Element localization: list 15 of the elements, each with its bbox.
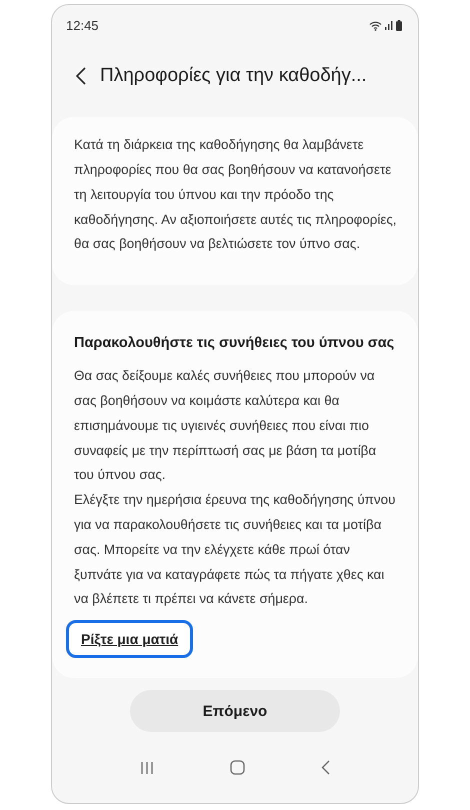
status-time: 12:45	[66, 18, 99, 34]
card-text: Ελέγξτε την ημερήσια έρευνα της καθοδήγησης ύπνου για να παρακολουθήσετε τις συνήθειες και τα μοτίβα σας. Μπορείτε να την ελέγχετε κάθε πρωί όταν ξυπνάτε για να καταγράφετε πώς τα πήγατε χθες και να βλέπετε τι πρέπει να κάνετε σήμερα.	[74, 491, 396, 608]
battery-icon	[396, 20, 402, 32]
back-nav-icon[interactable]	[321, 760, 330, 776]
home-icon[interactable]	[230, 760, 245, 776]
card-text: Θα σας δείξουμε καλές συνήθειες που μπορούν να σας βοηθήσουν να κοιμάστε καλύτερα και θα επισημάνουμε τις υγιεινές συνήθειες που είναι πιο συναφείς με την περίπτωσή σας με βάση τα μοτίβα του ύπνου σας.	[74, 367, 378, 484]
look-link[interactable]: Ρίξτε μια ματιά	[66, 620, 194, 658]
signal-icon	[385, 21, 393, 30]
page-title: Πληροφορίες για την καθοδήγ...	[100, 64, 367, 87]
card-text: Κατά τη διάρκεια της καθοδήγησης θα λαμβάνετε πληροφορίες που θα σας βοηθήσουν να κατανοήσετε τη λειτουργία του ύπνου και την πρόοδο της καθοδήγησης. Αν αξιοποιήσετε αυτές τις πληροφορίες, θα σας βοηθήσουν να βελτιώσετε τον ύπνο σας.	[74, 136, 398, 254]
next-button[interactable]: Επόμενο	[130, 690, 340, 732]
back-icon[interactable]	[76, 66, 86, 85]
recent-apps-icon[interactable]	[140, 760, 154, 775]
wifi-icon	[369, 20, 382, 31]
card-title: Παρακολουθήστε τις συνήθειες του ύπνου σας	[74, 334, 396, 354]
